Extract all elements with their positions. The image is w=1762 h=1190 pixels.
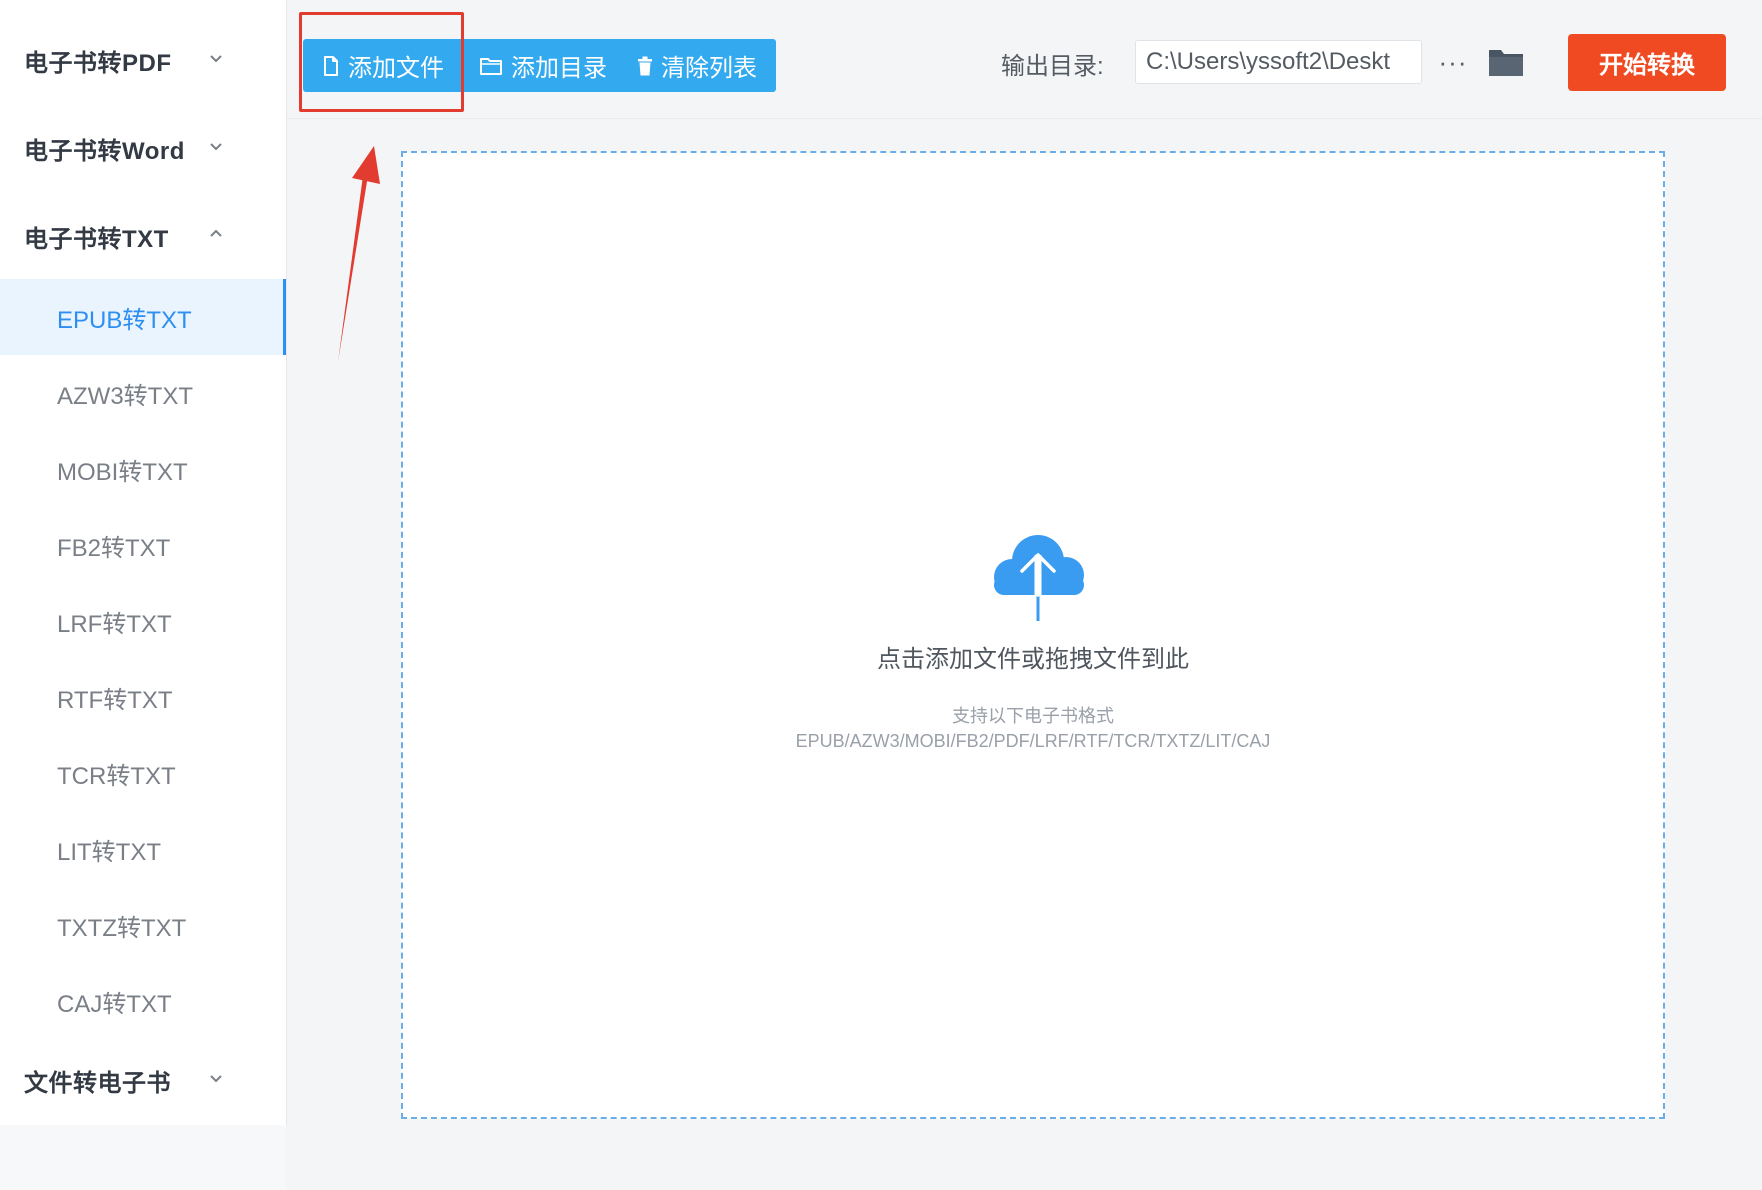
chevron-down-icon — [210, 143, 222, 151]
sidebar-item-lrf-to-txt[interactable]: LRF转TXT — [0, 583, 286, 659]
sidebar-group-label: 电子书转PDF — [24, 49, 172, 77]
chevron-up-icon — [210, 229, 222, 237]
file-action-button-group: 添加文件 添加目录 清除列表 — [303, 39, 776, 92]
sidebar-item-label: LIT转TXT — [57, 838, 162, 866]
sidebar-item-rtf-to-txt[interactable]: RTF转TXT — [0, 659, 286, 735]
sidebar-item-label: MOBI转TXT — [57, 458, 188, 486]
sidebar-group-ebook-to-word[interactable]: 电子书转Word — [0, 120, 286, 176]
chevron-down-icon — [210, 55, 222, 63]
sidebar-group-label: 文件转电子书 — [24, 1069, 171, 1097]
sidebar-group-file-to-ebook[interactable]: 文件转电子书 — [0, 1052, 286, 1108]
sidebar-item-label: TCR转TXT — [57, 762, 176, 790]
sidebar-item-label: LRF转TXT — [57, 610, 172, 638]
sidebar-item-azw3-to-txt[interactable]: AZW3转TXT — [0, 355, 286, 431]
sidebar-item-label: CAJ转TXT — [57, 990, 172, 1018]
sidebar-item-label: FB2转TXT — [57, 534, 171, 562]
cloud-upload-icon — [994, 535, 1084, 621]
folder-icon[interactable] — [1486, 44, 1526, 80]
sidebar-item-label: TXTZ转TXT — [57, 914, 187, 942]
sidebar-item-epub-to-txt[interactable]: EPUB转TXT — [0, 279, 286, 355]
sidebar-group-label: 电子书转TXT — [24, 225, 169, 253]
add-file-label: 添加文件 — [348, 55, 444, 82]
sidebar-item-lit-to-txt[interactable]: LIT转TXT — [0, 811, 286, 887]
start-convert-button[interactable]: 开始转换 — [1568, 34, 1726, 91]
file-icon — [324, 55, 338, 76]
sidebar-item-label: EPUB转TXT — [57, 306, 192, 334]
output-directory-input[interactable] — [1135, 40, 1422, 84]
supported-formats-title: 支持以下电子书格式 — [952, 706, 1114, 726]
clear-list-button[interactable]: 清除列表 — [637, 39, 757, 92]
sidebar-footer-space — [0, 1125, 286, 1190]
sidebar-group-ebook-to-pdf[interactable]: 电子书转PDF — [0, 32, 286, 88]
clear-list-label: 清除列表 — [661, 55, 757, 82]
sidebar-item-tcr-to-txt[interactable]: TCR转TXT — [0, 735, 286, 811]
trash-icon — [638, 56, 652, 75]
sidebar-item-caj-to-txt[interactable]: CAJ转TXT — [0, 963, 286, 1039]
add-file-button[interactable]: 添加文件 — [322, 39, 444, 92]
annotation-arrow-icon — [338, 146, 380, 362]
browse-more-button[interactable]: ··· — [1436, 44, 1470, 80]
sidebar-group-label: 电子书转Word — [24, 137, 185, 165]
output-directory-label: 输出目录: — [1001, 53, 1104, 80]
sidebar-item-txtz-to-txt[interactable]: TXTZ转TXT — [0, 887, 286, 963]
sidebar-item-label: AZW3转TXT — [57, 382, 193, 410]
file-drop-zone[interactable]: 点击添加文件或拖拽文件到此 支持以下电子书格式 EPUB/AZW3/MOBI/F… — [401, 151, 1665, 1119]
sidebar-item-mobi-to-txt[interactable]: MOBI转TXT — [0, 431, 286, 507]
sidebar: 电子书转PDF 电子书转Word 电子书转TXT EPUB转TXT AZW3转T… — [0, 0, 287, 1125]
sidebar-item-label: RTF转TXT — [57, 686, 173, 714]
add-directory-label: 添加目录 — [511, 55, 607, 82]
chevron-down-icon — [210, 1075, 222, 1083]
supported-formats-list: EPUB/AZW3/MOBI/FB2/PDF/LRF/RTF/TCR/TXTZ/… — [795, 731, 1271, 751]
sidebar-item-fb2-to-txt[interactable]: FB2转TXT — [0, 507, 286, 583]
add-directory-button[interactable]: 添加目录 — [479, 39, 607, 92]
folder-outline-icon — [480, 57, 502, 75]
drop-hint-text: 点击添加文件或拖拽文件到此 — [877, 646, 1189, 673]
sidebar-group-ebook-to-txt[interactable]: 电子书转TXT — [0, 208, 286, 264]
